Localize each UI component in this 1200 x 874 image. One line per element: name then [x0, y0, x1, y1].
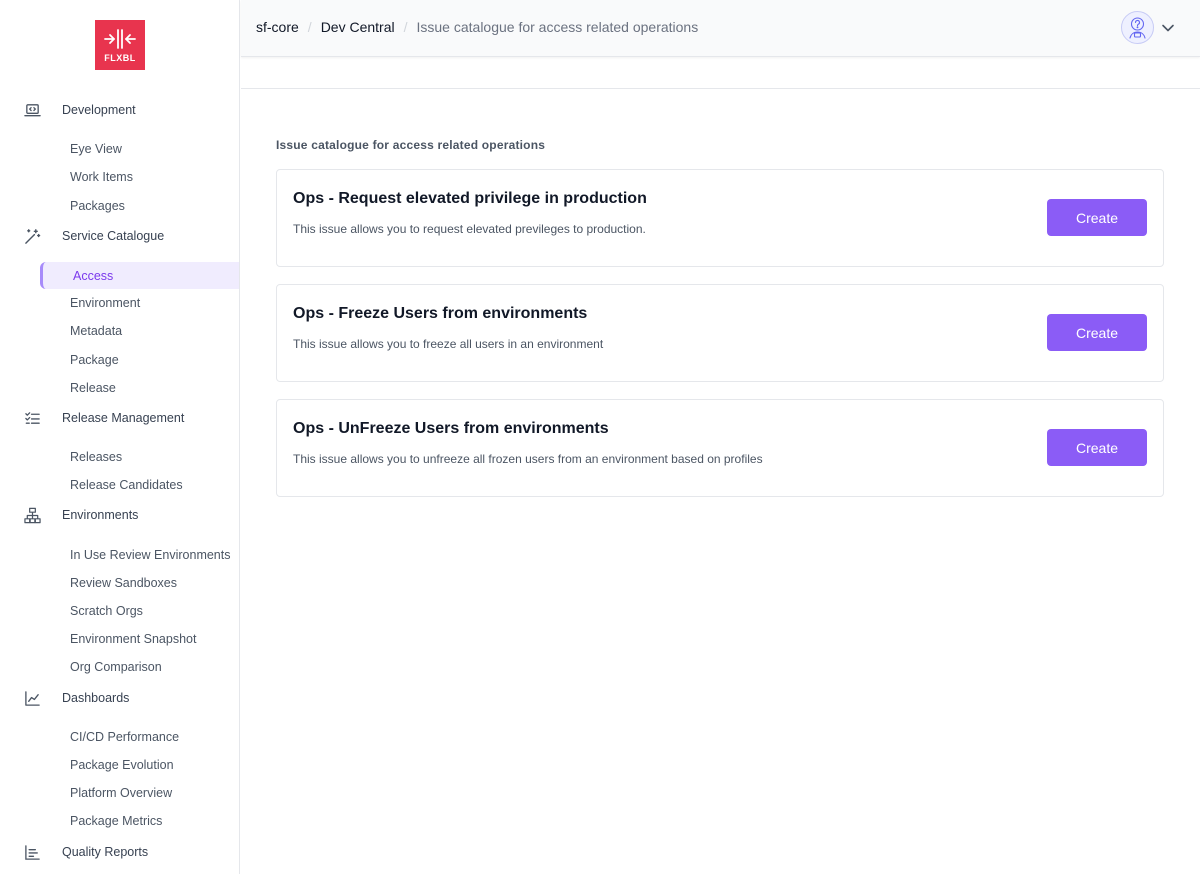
- sidebar-item-environment-snapshot[interactable]: Environment Snapshot: [70, 629, 196, 649]
- code-laptop-icon: [24, 104, 41, 117]
- flxbl-logo[interactable]: FLXBL: [95, 20, 145, 70]
- sidebar-item-release-candidates[interactable]: Release Candidates: [70, 475, 183, 495]
- sidebar-item-review-sandboxes[interactable]: Review Sandboxes: [70, 573, 177, 593]
- nav-section-label: Quality Reports: [62, 845, 149, 859]
- card-title: Ops - Request elevated privilege in prod…: [293, 190, 647, 207]
- card-description: This issue allows you to freeze all user…: [293, 337, 604, 351]
- line-chart-icon: [25, 691, 40, 706]
- sidebar-item-environment[interactable]: Environment: [70, 293, 140, 313]
- logo-text: FLXBL: [104, 52, 136, 63]
- nav-section-label: Release Management: [62, 411, 185, 425]
- card-description: This issue allows you to request elevate…: [293, 222, 646, 236]
- create-button[interactable]: Create: [1047, 199, 1147, 236]
- sidebar-item-metadata[interactable]: Metadata: [70, 321, 122, 341]
- sidebar-item-package-metrics[interactable]: Package Metrics: [70, 811, 162, 831]
- nav-section-release-management[interactable]: Release Management: [0, 406, 240, 430]
- content-divider: [241, 88, 1200, 89]
- create-button[interactable]: Create: [1047, 314, 1147, 351]
- sidebar-item-release[interactable]: Release: [70, 378, 116, 398]
- card-description: This issue allows you to unfreeze all fr…: [293, 452, 763, 466]
- breadcrumb-dev-central[interactable]: Dev Central: [321, 19, 395, 35]
- card-title: Ops - UnFreeze Users from environments: [293, 420, 609, 437]
- sidebar-item-scratch-orgs[interactable]: Scratch Orgs: [70, 601, 143, 621]
- section-title: Issue catalogue for access related opera…: [276, 138, 546, 152]
- create-button[interactable]: Create: [1047, 429, 1147, 466]
- sidebar-item-access[interactable]: Access: [40, 262, 239, 289]
- issue-card-freeze-users: Ops - Freeze Users from environments Thi…: [276, 284, 1164, 382]
- issue-card-request-elevated-privilege: Ops - Request elevated privilege in prod…: [276, 169, 1164, 267]
- breadcrumb-separator: /: [403, 19, 408, 35]
- nav-section-environments[interactable]: Environments: [0, 503, 240, 527]
- breadcrumb-sf-core[interactable]: sf-core: [256, 19, 299, 35]
- checklist-icon: [25, 412, 40, 424]
- sidebar-item-org-comparison[interactable]: Org Comparison: [70, 657, 162, 677]
- breadcrumb: sf-core / Dev Central / Issue catalogue …: [256, 19, 698, 35]
- sidebar: FLXBL Development Eye View Work Items Pa…: [0, 0, 240, 874]
- avatar[interactable]: [1121, 11, 1154, 44]
- nav-section-label: Dashboards: [62, 691, 130, 705]
- sidebar-item-package[interactable]: Package: [70, 350, 119, 370]
- sidebar-item-eye-view[interactable]: Eye View: [70, 139, 122, 159]
- nav-section-label: Service Catalogue: [62, 229, 165, 243]
- nav-section-development[interactable]: Development: [0, 98, 240, 122]
- sidebar-item-releases[interactable]: Releases: [70, 447, 122, 467]
- breadcrumb-current-page: Issue catalogue for access related opera…: [416, 19, 699, 35]
- nav-section-label: Development: [62, 103, 136, 117]
- sidebar-item-package-evolution[interactable]: Package Evolution: [70, 755, 174, 775]
- nav-section-dashboards[interactable]: Dashboards: [0, 686, 240, 710]
- sidebar-item-in-use-review-environments[interactable]: In Use Review Environments: [70, 545, 230, 565]
- sidebar-item-work-items[interactable]: Work Items: [70, 167, 133, 187]
- bar-chart-icon: [25, 845, 40, 860]
- sidebar-item-packages[interactable]: Packages: [70, 196, 125, 216]
- top-bar: sf-core / Dev Central / Issue catalogue …: [241, 0, 1200, 57]
- logo-arrows-icon: [104, 28, 136, 49]
- nav-section-quality-reports[interactable]: Quality Reports: [0, 840, 240, 864]
- user-avatar-icon: [1129, 17, 1146, 39]
- magic-wand-icon: [25, 229, 41, 244]
- sidebar-item-platform-overview[interactable]: Platform Overview: [70, 783, 172, 803]
- chevron-down-icon[interactable]: [1160, 20, 1176, 36]
- breadcrumb-separator: /: [307, 19, 312, 35]
- network-icon: [24, 507, 41, 524]
- card-title: Ops - Freeze Users from environments: [293, 305, 588, 322]
- sidebar-item-cicd-performance[interactable]: CI/CD Performance: [70, 727, 179, 747]
- nav-section-label: Environments: [62, 508, 139, 522]
- issue-card-unfreeze-users: Ops - UnFreeze Users from environments T…: [276, 399, 1164, 497]
- nav-section-service-catalogue[interactable]: Service Catalogue: [0, 224, 240, 248]
